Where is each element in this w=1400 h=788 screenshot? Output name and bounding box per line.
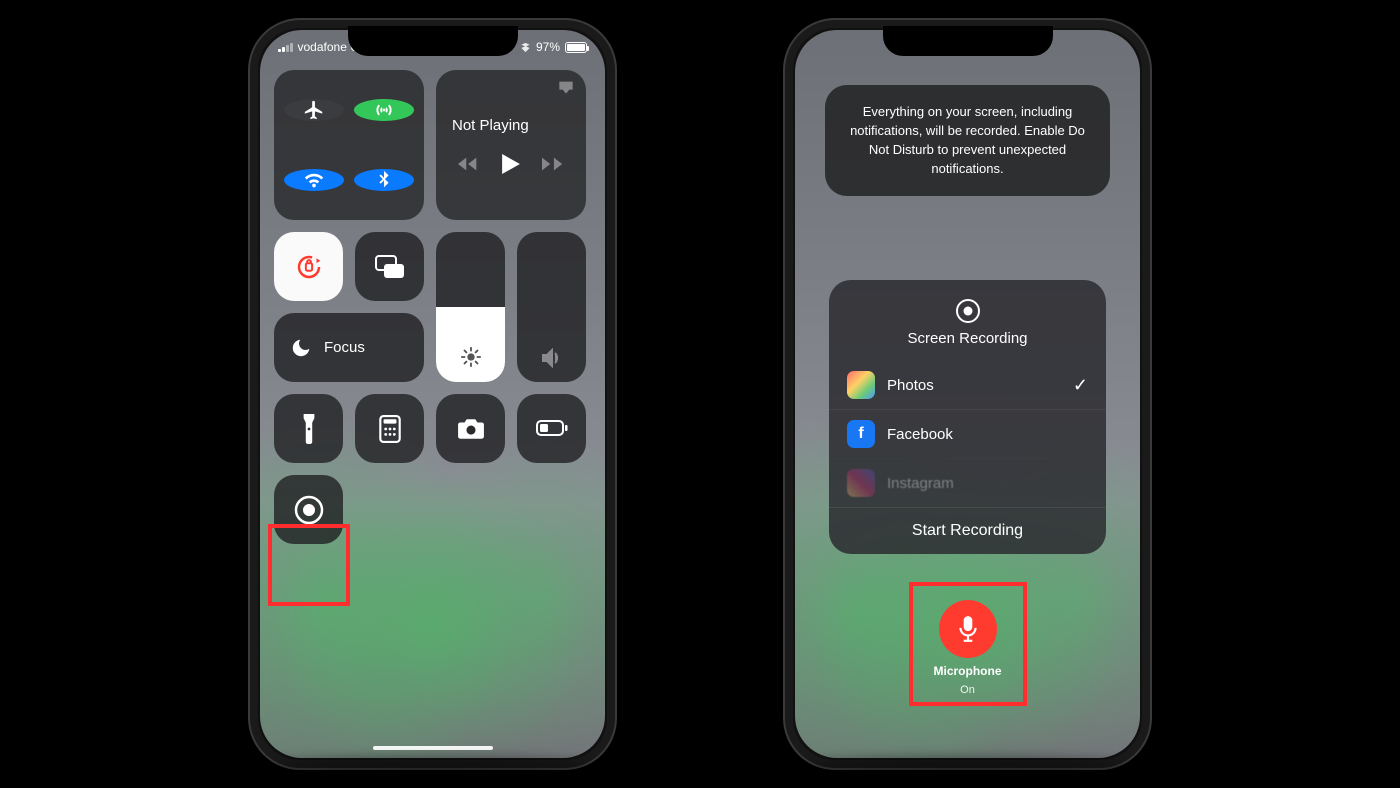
battery-pct: 97% bbox=[536, 40, 560, 54]
checkmark-icon: ✓ bbox=[1073, 375, 1088, 396]
app-row-photos[interactable]: Photos ✓ bbox=[829, 361, 1106, 409]
home-indicator[interactable] bbox=[373, 746, 493, 750]
microphone-state: On bbox=[960, 684, 975, 696]
volume-icon bbox=[540, 348, 564, 368]
app-label: Photos bbox=[887, 377, 934, 394]
airplay-icon bbox=[558, 80, 574, 94]
recording-info: Everything on your screen, including not… bbox=[825, 85, 1110, 196]
next-track-icon[interactable] bbox=[542, 156, 564, 172]
screen: vodafone UK 97% bbox=[260, 30, 605, 758]
phone-right: Everything on your screen, including not… bbox=[785, 20, 1150, 768]
microphone-control: Microphone On bbox=[934, 600, 1002, 696]
media-title: Not Playing bbox=[452, 117, 529, 134]
app-label: Facebook bbox=[887, 426, 953, 443]
app-row-instagram[interactable]: Instagram bbox=[829, 458, 1106, 507]
low-power-tile[interactable] bbox=[517, 394, 586, 463]
rotation-lock-tile[interactable] bbox=[274, 232, 343, 301]
record-icon bbox=[955, 298, 981, 324]
microphone-label: Microphone bbox=[934, 664, 1002, 678]
camera-tile[interactable] bbox=[436, 394, 505, 463]
notch bbox=[348, 26, 518, 56]
media-tile[interactable]: Not Playing bbox=[436, 70, 586, 220]
wifi-toggle[interactable] bbox=[284, 169, 344, 191]
sheet-title: Screen Recording bbox=[839, 330, 1096, 347]
brightness-icon bbox=[460, 346, 482, 368]
focus-label: Focus bbox=[324, 339, 365, 356]
cellular-toggle[interactable] bbox=[354, 99, 414, 121]
flashlight-tile[interactable] bbox=[274, 394, 343, 463]
facebook-icon: f bbox=[847, 420, 875, 448]
photos-icon bbox=[847, 371, 875, 399]
calculator-tile[interactable] bbox=[355, 394, 424, 463]
screen-recording-sheet: Screen Recording Photos ✓ f Facebook Ins… bbox=[829, 280, 1106, 554]
battery-icon bbox=[565, 42, 587, 53]
app-label: Instagram bbox=[887, 475, 954, 492]
play-icon[interactable] bbox=[502, 154, 520, 174]
screen-record-tile[interactable] bbox=[274, 475, 343, 544]
screen-mirroring-tile[interactable] bbox=[355, 232, 424, 301]
bluetooth-toggle[interactable] bbox=[354, 169, 414, 191]
brightness-slider[interactable] bbox=[436, 232, 505, 382]
microphone-toggle[interactable] bbox=[939, 600, 997, 658]
instagram-icon bbox=[847, 469, 875, 497]
prev-track-icon[interactable] bbox=[458, 156, 480, 172]
airplane-toggle[interactable] bbox=[284, 99, 344, 121]
notch bbox=[883, 26, 1053, 56]
signal-bars-icon bbox=[278, 42, 293, 52]
control-center: Not Playing bbox=[274, 70, 591, 744]
app-list: Photos ✓ f Facebook Instagram bbox=[829, 361, 1106, 507]
screen: Everything on your screen, including not… bbox=[795, 30, 1140, 758]
volume-slider[interactable] bbox=[517, 232, 586, 382]
focus-tile[interactable]: Focus bbox=[274, 313, 424, 382]
phone-left: vodafone UK 97% bbox=[250, 20, 615, 768]
app-row-facebook[interactable]: f Facebook bbox=[829, 409, 1106, 458]
start-recording-button[interactable]: Start Recording bbox=[829, 507, 1106, 554]
connectivity-tile[interactable] bbox=[274, 70, 424, 220]
location-icon bbox=[520, 42, 531, 53]
